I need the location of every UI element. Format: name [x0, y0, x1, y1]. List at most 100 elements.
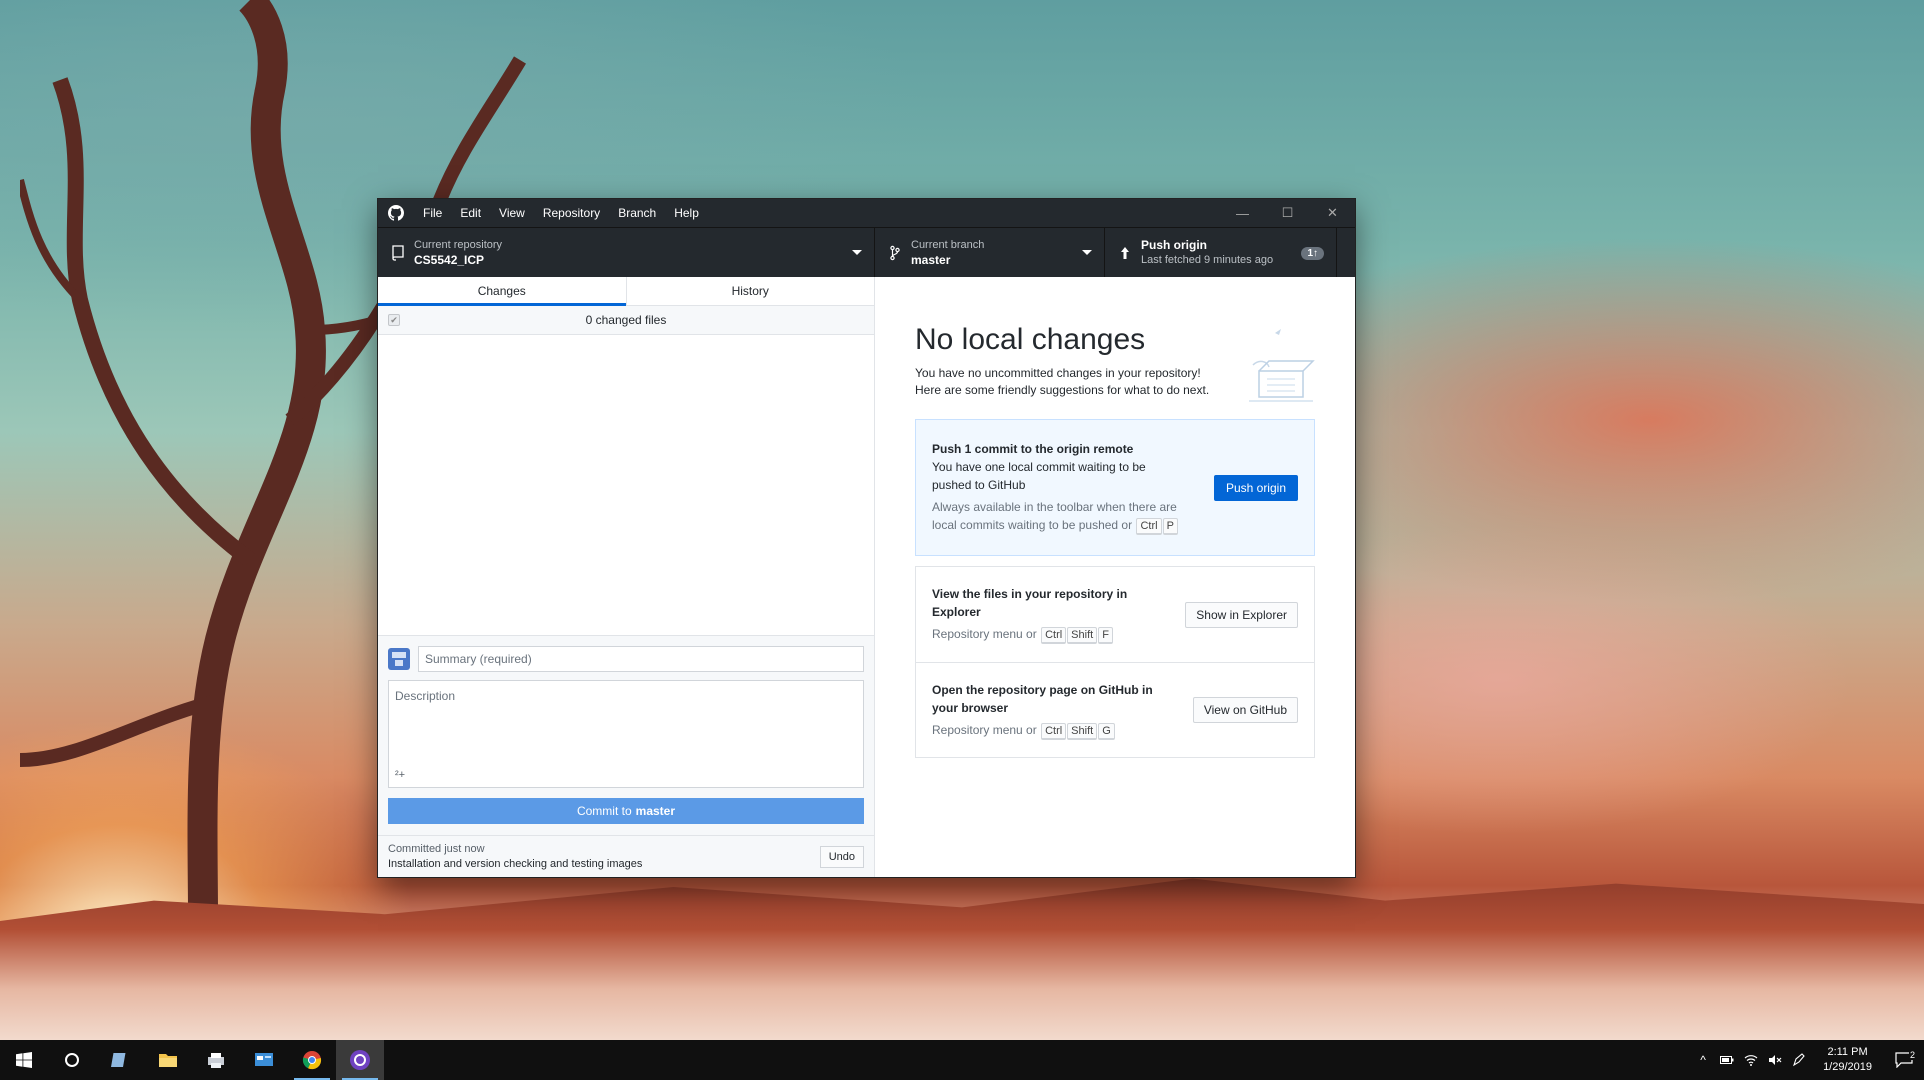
pen-icon[interactable]	[1787, 1053, 1811, 1067]
explorer-suggestion-card: View the files in your repository in Exp…	[916, 567, 1314, 662]
chevron-up-icon[interactable]: ^	[1691, 1053, 1715, 1067]
github-card-title1: Open the repository page on GitHub in	[932, 682, 1153, 697]
kbd-ctrl: Ctrl	[1136, 518, 1162, 535]
description-box: ²+	[388, 680, 864, 788]
commit-button-label: Commit to	[576, 804, 632, 818]
github-logo-icon	[378, 205, 414, 221]
avatar	[388, 648, 410, 670]
kbd-f: F	[1098, 627, 1113, 644]
menu-bar: File Edit View Repository Branch Help	[414, 199, 708, 227]
chrome-icon	[302, 1051, 322, 1070]
github-desktop-icon	[350, 1050, 370, 1070]
current-repository-dropdown[interactable]: Current repository CS5542_ICP	[378, 228, 875, 277]
commit-button-branch: master	[635, 804, 676, 818]
push-card-title: Push 1 commit to the origin remote	[932, 442, 1134, 456]
explorer-card-title1: View the files in your repository in	[932, 587, 1128, 601]
menu-repository[interactable]: Repository	[534, 199, 609, 227]
explorer-hint-text: Repository menu or	[932, 627, 1037, 641]
add-coauthor-icon[interactable]: ²+	[395, 769, 405, 781]
push-card-desc2: pushed to GitHub	[932, 478, 1026, 492]
branch-label: Current branch	[911, 238, 985, 251]
tab-bar: Changes History	[378, 277, 874, 306]
windows-taskbar: ^ 2:11 PM 1/29/2019 2	[0, 1040, 1924, 1080]
taskbar-app-chrome[interactable]	[288, 1040, 336, 1080]
main-content: Changes History ✔ 0 changed files ²+ Com…	[378, 277, 1355, 877]
taskbar-app-notes[interactable]	[96, 1040, 144, 1080]
menu-help[interactable]: Help	[665, 199, 708, 227]
battery-icon[interactable]	[1715, 1055, 1739, 1065]
commit-form: ²+ Commit to master	[378, 635, 874, 835]
show-in-explorer-button[interactable]: Show in Explorer	[1185, 601, 1298, 628]
push-card-hint2: local commits waiting to be pushed or	[932, 518, 1133, 532]
cortana-circle-icon	[65, 1053, 79, 1067]
github-desktop-window: File Edit View Repository Branch Help — …	[378, 199, 1355, 877]
kbd-ctrl: Ctrl	[1041, 722, 1067, 740]
changed-files-count: 0 changed files	[585, 313, 667, 327]
explorer-card-hint: Repository menu or Ctrl Shift F	[932, 625, 1185, 644]
last-commit-time: Committed just now	[388, 842, 485, 855]
push-origin-button[interactable]: Push origin Last fetched 9 minutes ago 1…	[1105, 228, 1337, 277]
commit-button[interactable]: Commit to master	[388, 798, 864, 824]
taskbar-app-printer[interactable]	[192, 1040, 240, 1080]
notepad-icon	[111, 1053, 126, 1067]
push-suggestion-card: Push 1 commit to the origin remote You h…	[915, 419, 1315, 556]
system-tray: ^ 2:11 PM 1/29/2019 2	[1691, 1040, 1924, 1080]
branch-name: master	[911, 252, 951, 267]
github-hint-text: Repository menu or	[932, 722, 1037, 737]
wifi-icon[interactable]	[1739, 1054, 1763, 1066]
start-button[interactable]	[0, 1040, 48, 1080]
menu-file[interactable]: File	[414, 199, 451, 227]
tab-changes[interactable]: Changes	[378, 277, 626, 306]
volume-muted-icon[interactable]	[1763, 1054, 1787, 1066]
window-controls: — ☐ ✕	[1220, 199, 1355, 227]
menu-view[interactable]: View	[490, 199, 534, 227]
maximize-button[interactable]: ☐	[1265, 199, 1310, 227]
suggestions-group: View the files in your repository in Exp…	[915, 566, 1315, 758]
main-toolbar: Current repository CS5542_ICP Current br…	[378, 227, 1355, 277]
taskbar-app-github-desktop[interactable]	[336, 1040, 384, 1080]
github-card-title2: your browser	[932, 700, 1009, 715]
notification-count: 2	[1908, 1050, 1916, 1060]
undo-button[interactable]: Undo	[819, 845, 864, 868]
clock-date: 1/29/2019	[1823, 1061, 1872, 1073]
no-changes-panel: No local changes You have no uncommitted…	[875, 277, 1355, 877]
kbd-g: G	[1098, 722, 1115, 740]
taskbar-app-control-panel[interactable]	[240, 1040, 288, 1080]
push-card-hint1: Always available in the toolbar when the…	[932, 500, 1177, 514]
push-card-hint: Always available in the toolbar when the…	[932, 498, 1214, 535]
file-list	[378, 335, 874, 635]
current-branch-dropdown[interactable]: Current branch master	[875, 228, 1105, 277]
arrow-up-icon	[1115, 246, 1135, 260]
printer-icon	[208, 1053, 224, 1068]
tab-history[interactable]: History	[625, 277, 875, 305]
description-input[interactable]	[389, 681, 863, 761]
chevron-down-icon	[1082, 250, 1092, 255]
ahead-count-badge: 1↑	[1301, 247, 1324, 260]
kbd-ctrl: Ctrl	[1041, 627, 1067, 644]
clock-time: 2:11 PM	[1827, 1046, 1868, 1058]
view-on-github-button[interactable]: View on GitHub	[1192, 697, 1298, 723]
push-label: Push origin	[1141, 237, 1207, 252]
system-clock[interactable]: 2:11 PM 1/29/2019	[1811, 1045, 1884, 1075]
empty-state-illustration	[1249, 329, 1315, 402]
menu-edit[interactable]: Edit	[451, 199, 490, 227]
repo-icon	[388, 244, 408, 261]
close-button[interactable]: ✕	[1310, 199, 1355, 227]
windows-logo-icon	[16, 1052, 32, 1068]
action-center-button[interactable]: 2	[1884, 1050, 1924, 1068]
push-origin-card-button[interactable]: Push origin	[1213, 474, 1298, 501]
menu-branch[interactable]: Branch	[609, 199, 665, 227]
github-suggestion-card: Open the repository page on GitHub in yo…	[916, 662, 1314, 757]
changed-files-header: ✔ 0 changed files	[378, 306, 874, 335]
cortana-button[interactable]	[48, 1040, 96, 1080]
minimize-button[interactable]: —	[1220, 199, 1265, 227]
select-all-checkbox[interactable]: ✔	[388, 314, 400, 326]
taskbar-app-file-explorer[interactable]	[144, 1040, 192, 1080]
repo-label: Current repository	[414, 238, 503, 251]
last-fetched-text: Last fetched 9 minutes ago	[1141, 253, 1274, 266]
folder-icon	[159, 1054, 177, 1067]
summary-input[interactable]	[418, 646, 864, 672]
last-commit-message: Installation and version checking and te…	[388, 857, 643, 870]
control-panel-icon	[255, 1053, 273, 1066]
explorer-card-title2: Explorer	[932, 605, 981, 619]
